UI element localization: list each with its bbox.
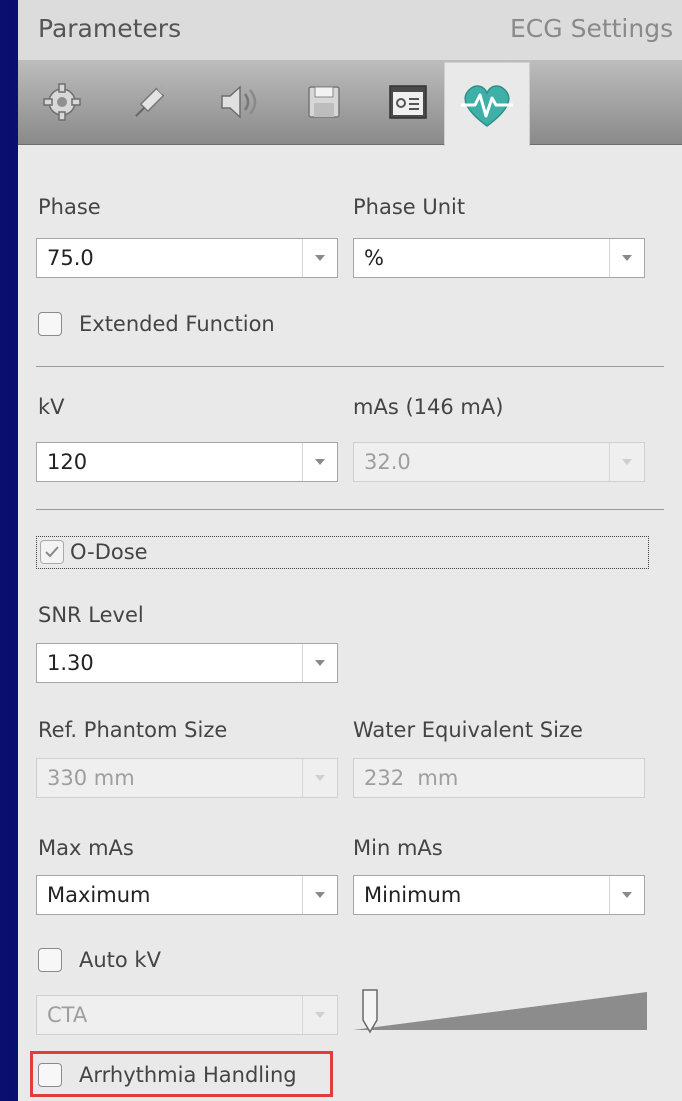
auto-kv-label: Auto kV — [79, 948, 161, 972]
mas-label: mAs (146 mA) — [353, 395, 504, 419]
chevron-down-icon — [609, 443, 644, 481]
scan-settings-icon — [389, 85, 427, 119]
ecg-settings-tab[interactable] — [444, 62, 530, 146]
chevron-down-icon[interactable] — [302, 876, 337, 914]
toolbar — [18, 60, 682, 146]
settings-tab[interactable] — [30, 68, 94, 136]
ref-phantom-label: Ref. Phantom Size — [38, 718, 228, 742]
water-equivalent-value: 232 mm — [364, 766, 459, 790]
mas-combobox: 32.0 — [353, 442, 645, 482]
max-mas-combobox[interactable]: Maximum — [36, 875, 338, 915]
contrast-injection-tab[interactable] — [118, 68, 182, 136]
panel-header: Parameters ECG Settings — [18, 0, 682, 60]
kv-slider[interactable] — [351, 986, 651, 1038]
min-mas-label: Min mAs — [353, 836, 443, 860]
gear-icon — [43, 83, 81, 121]
section-title: ECG Settings — [510, 14, 674, 43]
extended-function-label: Extended Function — [79, 312, 275, 336]
chevron-down-icon — [302, 759, 337, 797]
kv-combobox[interactable]: 120 — [36, 442, 338, 482]
snr-label: SNR Level — [38, 603, 144, 627]
ecg-parameters-panel: Parameters ECG Settings Phase Phase Unit… — [18, 0, 682, 1101]
kv-mode-value: CTA — [47, 1003, 88, 1027]
scan-settings-tab[interactable] — [376, 68, 440, 136]
water-equivalent-field: 232 mm — [353, 758, 645, 798]
min-mas-value: Minimum — [364, 883, 462, 907]
speaker-icon — [221, 85, 257, 119]
phase-unit-value: % — [364, 246, 384, 270]
chevron-down-icon[interactable] — [302, 239, 337, 277]
kv-mode-combobox: CTA — [36, 995, 338, 1035]
odose-checkbox[interactable] — [40, 540, 64, 564]
snr-combobox[interactable]: 1.30 — [36, 643, 338, 683]
arrhythmia-checkbox[interactable] — [38, 1063, 62, 1087]
save-tab[interactable] — [292, 68, 356, 136]
arrhythmia-label: Arrhythmia Handling — [79, 1063, 297, 1087]
phase-combobox[interactable]: 75.0 — [36, 238, 338, 278]
audio-tab[interactable] — [206, 68, 270, 136]
max-mas-label: Max mAs — [38, 836, 134, 860]
phase-unit-label: Phase Unit — [353, 195, 466, 219]
chevron-down-icon[interactable] — [302, 644, 337, 682]
kv-label: kV — [38, 395, 65, 419]
checkmark-icon — [45, 546, 59, 558]
mas-value: 32.0 — [364, 450, 411, 474]
section-divider — [36, 366, 664, 367]
phase-unit-combobox[interactable]: % — [353, 238, 645, 278]
syringe-icon — [135, 85, 167, 117]
kv-value: 120 — [47, 450, 88, 474]
section-divider — [36, 509, 664, 510]
chevron-down-icon[interactable] — [609, 239, 644, 277]
slider-thumb[interactable] — [362, 989, 378, 1034]
chevron-down-icon[interactable] — [302, 443, 337, 481]
ref-phantom-value: 330 mm — [47, 766, 135, 790]
snr-value: 1.30 — [47, 651, 94, 675]
odose-label: O-Dose — [70, 540, 148, 564]
chevron-down-icon[interactable] — [609, 876, 644, 914]
water-equivalent-label: Water Equivalent Size — [353, 718, 583, 742]
slider-track-wedge — [353, 992, 647, 1030]
chevron-down-icon — [302, 996, 337, 1034]
extended-function-checkbox[interactable] — [38, 312, 62, 336]
auto-kv-checkbox[interactable] — [38, 948, 62, 972]
heart-ecg-icon — [461, 84, 513, 127]
phase-label: Phase — [38, 195, 101, 219]
max-mas-value: Maximum — [47, 883, 151, 907]
panel-title: Parameters — [38, 14, 182, 43]
phase-value: 75.0 — [47, 246, 94, 270]
floppy-disk-icon — [308, 86, 340, 118]
ref-phantom-combobox: 330 mm — [36, 758, 338, 798]
min-mas-combobox[interactable]: Minimum — [353, 875, 645, 915]
